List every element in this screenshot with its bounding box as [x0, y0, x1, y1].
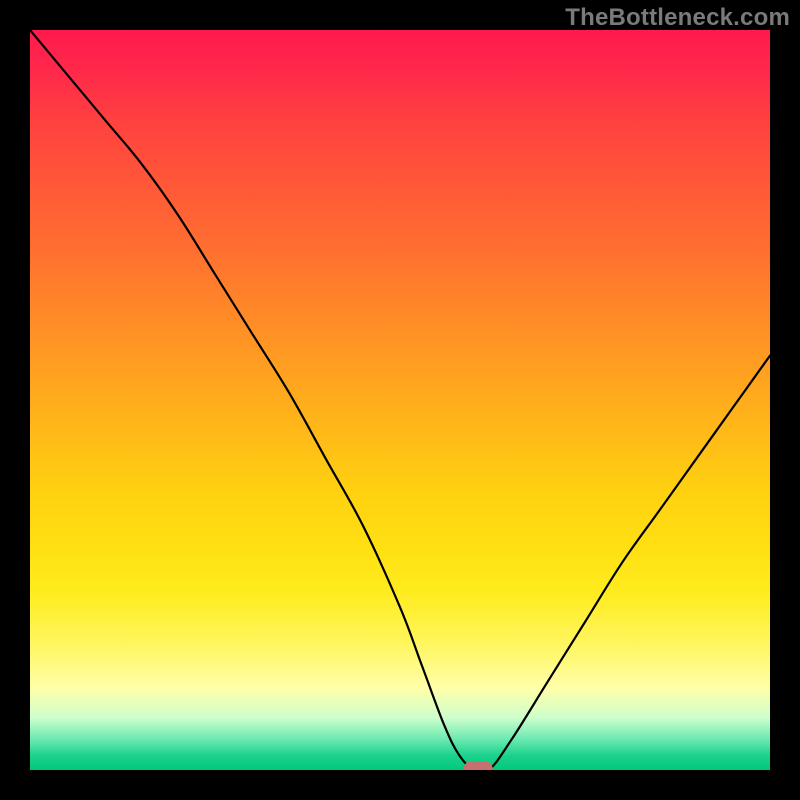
- watermark-text: TheBottleneck.com: [565, 4, 790, 32]
- minimum-marker: [463, 761, 493, 770]
- plot-area: [30, 30, 770, 770]
- curve-line: [30, 30, 770, 770]
- chart-container: TheBottleneck.com: [0, 0, 800, 800]
